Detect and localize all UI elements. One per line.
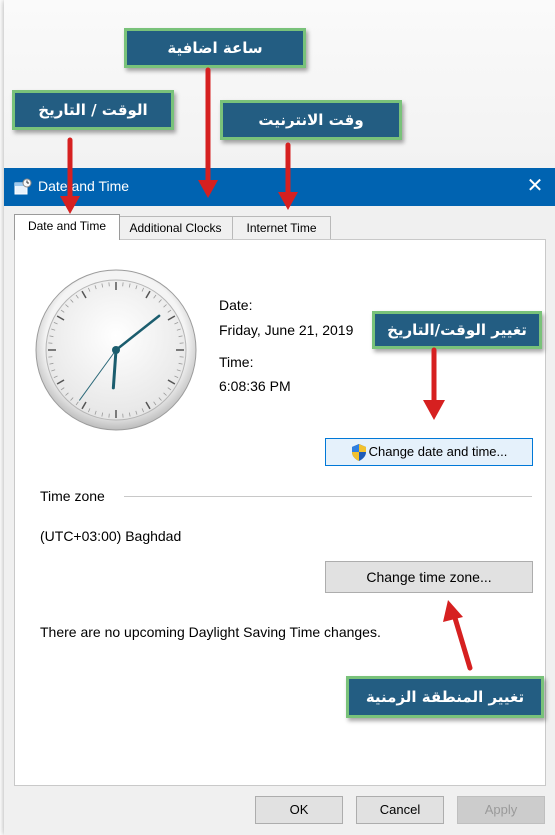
arrow-to-change-timezone-head: [443, 600, 463, 622]
arrow-to-tab-clocks-head: [198, 180, 218, 198]
arrow-to-change-date-head: [423, 400, 445, 420]
arrow-to-tab-date-time-head: [60, 196, 80, 214]
annotation-arrows: [60, 67, 473, 671]
arrow-to-tab-internet-head: [278, 192, 298, 210]
arrow-to-change-timezone-icon: [452, 615, 473, 671]
tab-date-and-time[interactable]: Date and Time: [14, 214, 120, 240]
